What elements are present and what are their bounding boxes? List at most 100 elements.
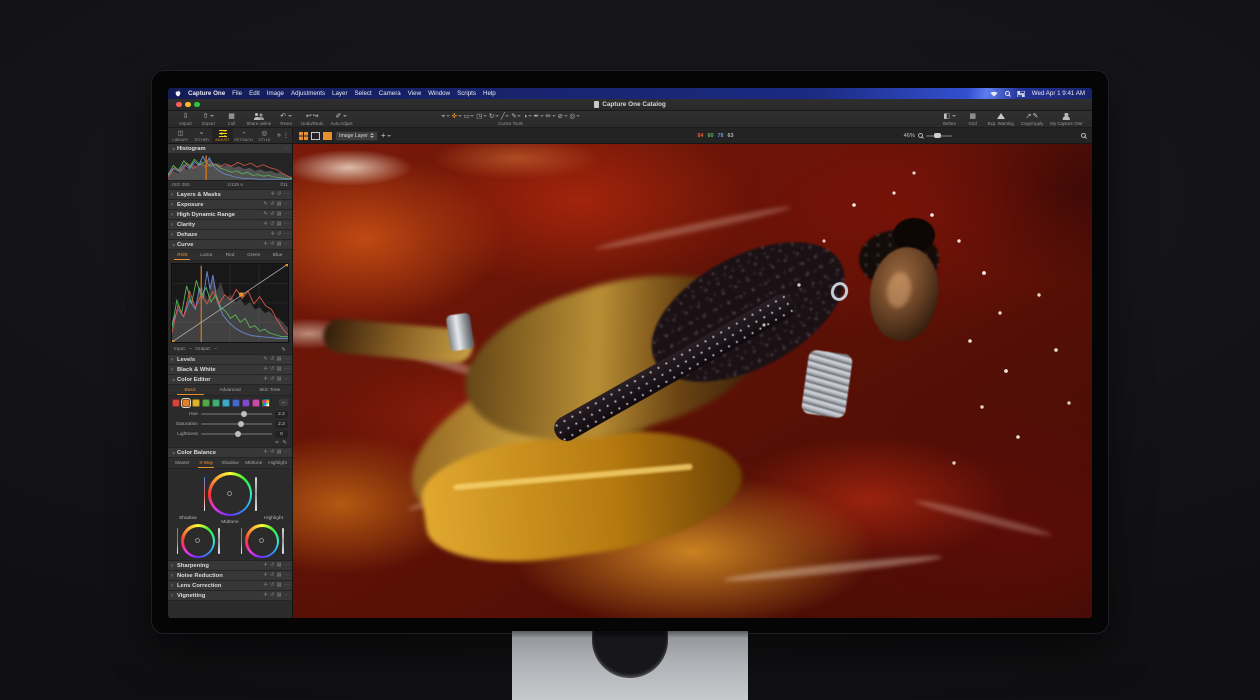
- swatch-blue[interactable]: [232, 399, 240, 407]
- edit-icon[interactable]: ✎: [263, 357, 267, 362]
- curve-tab-red[interactable]: Red: [219, 252, 242, 259]
- tab-3-way[interactable]: 3-Way: [195, 460, 218, 467]
- more-icon[interactable]: ⋯: [284, 212, 289, 217]
- tab-style[interactable]: ◎ STYLE: [254, 128, 275, 143]
- presets-icon[interactable]: ▤: [277, 563, 282, 568]
- menu-item-camera[interactable]: Camera: [379, 90, 401, 97]
- more-icon[interactable]: ⋯: [284, 202, 289, 207]
- presets-icon[interactable]: ▤: [277, 583, 282, 588]
- panel-curve[interactable]: ⌄ Curve ✛↺▤⋯: [168, 240, 292, 250]
- reset-icon[interactable]: ↺: [270, 377, 274, 382]
- swatch-magenta[interactable]: [252, 399, 260, 407]
- reset-icon[interactable]: ↺: [270, 212, 274, 217]
- pick-color-tool[interactable]: ◎: [570, 113, 580, 120]
- panel-lens-correction[interactable]: › Lens Correction ✛↺▤⋯: [168, 581, 292, 591]
- panel-layers-masks[interactable]: › Layers & Masks ✛↺⋯: [168, 190, 292, 200]
- panel-vignetting[interactable]: › Vignetting ✛↺▤⋯: [168, 591, 292, 601]
- hue-slider-handle[interactable]: [241, 411, 247, 417]
- menu-item-help[interactable]: Help: [483, 90, 496, 97]
- more-icon[interactable]: ⋯: [284, 573, 289, 578]
- curve-tab-green[interactable]: Green: [242, 252, 265, 259]
- edit-icon[interactable]: ✎: [263, 212, 267, 217]
- more-icon[interactable]: ⋯: [284, 593, 289, 598]
- edit-icon[interactable]: ✛: [263, 573, 267, 578]
- swatch-more-button[interactable]: –: [279, 399, 288, 406]
- tab-shadow[interactable]: Shadow: [219, 460, 242, 467]
- loupe-icon[interactable]: [1081, 133, 1086, 138]
- image-viewer[interactable]: [293, 144, 1092, 618]
- single-view-icon[interactable]: [311, 132, 320, 140]
- reset-icon[interactable]: ↺: [270, 450, 274, 455]
- edit-icon[interactable]: ✛: [263, 242, 267, 247]
- edit-icon[interactable]: ✛: [263, 367, 267, 372]
- edit-icon[interactable]: ✎: [263, 202, 267, 207]
- panel-color-balance[interactable]: ⌄ Color Balance ✛↺▤⋯: [168, 448, 292, 458]
- lightness-slider[interactable]: [201, 433, 272, 435]
- loupe-tool[interactable]: ▭: [464, 113, 475, 120]
- menu-item-scripts[interactable]: Scripts: [457, 90, 476, 97]
- tab-library[interactable]: ◫ LIBRARY: [170, 128, 191, 143]
- panel-noise-reduction[interactable]: › Noise Reduction ✛↺▤⋯: [168, 571, 292, 581]
- multi-view-icon[interactable]: [299, 132, 308, 140]
- more-icon[interactable]: ⋯: [284, 357, 289, 362]
- midtone-wheel[interactable]: [208, 472, 252, 516]
- reset-icon[interactable]: ↺: [270, 573, 274, 578]
- tab-tether[interactable]: ⌁ TETHER: [191, 128, 212, 143]
- eyedropper-icon[interactable]: ✎: [282, 440, 287, 446]
- more-icon[interactable]: ⋯: [284, 367, 289, 372]
- presets-icon[interactable]: ▤: [277, 212, 282, 217]
- swatch-red[interactable]: [172, 399, 180, 407]
- edit-icon[interactable]: ✛: [263, 377, 267, 382]
- panel-histogram[interactable]: ⌄ Histogram ⋯: [168, 144, 292, 154]
- edit-icon[interactable]: ✛: [263, 222, 267, 227]
- menu-item-window[interactable]: Window: [428, 90, 450, 97]
- presets-icon[interactable]: ▤: [277, 367, 282, 372]
- minimize-button[interactable]: [185, 102, 191, 108]
- menu-item-file[interactable]: File: [232, 90, 242, 97]
- more-icon[interactable]: ⋯: [284, 232, 289, 237]
- draw-mask-tool[interactable]: ✒: [534, 113, 544, 120]
- panel-dehaze[interactable]: › Dehaze ✛↺⋯: [168, 230, 292, 240]
- more-icon[interactable]: ⋯: [284, 563, 289, 568]
- menu-clock[interactable]: Wed Apr 1 9:41 AM: [1032, 90, 1085, 97]
- erase-mask-tool[interactable]: ✏: [546, 113, 556, 120]
- curve-tab-luma[interactable]: Luma: [195, 252, 218, 259]
- spot-tool[interactable]: ✎: [511, 113, 521, 120]
- reset-icon[interactable]: ↺: [277, 232, 281, 237]
- swatch-teal[interactable]: [212, 399, 220, 407]
- reset-icon[interactable]: ↺: [270, 202, 274, 207]
- reset-icon[interactable]: ↺: [270, 242, 274, 247]
- cull-button[interactable]: ▦ Cull: [224, 112, 240, 126]
- panel-clarity[interactable]: › Clarity ✛↺▤⋯: [168, 220, 292, 230]
- share-online-button[interactable]: Share online: [247, 112, 272, 126]
- viewer-mode-icon[interactable]: [323, 132, 332, 140]
- highlight-wheel[interactable]: [245, 524, 279, 558]
- crop-tool[interactable]: ◳: [476, 113, 487, 120]
- shadow-right-slider[interactable]: [218, 528, 220, 554]
- swatch-purple[interactable]: [242, 399, 250, 407]
- highlight-right-slider[interactable]: [282, 528, 284, 554]
- presets-icon[interactable]: ▤: [277, 377, 282, 382]
- heal-tool[interactable]: ⊘: [558, 113, 568, 120]
- panel-high-dynamic-range[interactable]: › High Dynamic Range ✎↺▤⋯: [168, 210, 292, 220]
- tab-midtone[interactable]: Midtone: [242, 460, 265, 467]
- exposure-warning-button[interactable]: Exp. Warning: [988, 112, 1014, 126]
- lightness-slider-handle[interactable]: [235, 431, 241, 437]
- range-icon[interactable]: ≂: [275, 440, 280, 446]
- panel-exposure[interactable]: › Exposure ✎↺▤⋯: [168, 200, 292, 210]
- search-icon[interactable]: [1005, 91, 1010, 96]
- presets-icon[interactable]: ▤: [277, 222, 282, 227]
- tab-basic[interactable]: Basic: [171, 387, 210, 394]
- picker-pen-icon[interactable]: ✎: [281, 347, 286, 353]
- reset-icon[interactable]: ↺: [270, 593, 274, 598]
- panel-sharpening[interactable]: › Sharpening ✛↺▤⋯: [168, 561, 292, 571]
- import-button[interactable]: ⇩ Import: [178, 112, 194, 126]
- close-button[interactable]: [176, 102, 182, 108]
- menu-item-image[interactable]: Image: [267, 90, 284, 97]
- tab-retouch[interactable]: ◔ RETOUCH: [233, 128, 254, 143]
- reset-icon[interactable]: ↺: [270, 357, 274, 362]
- undo-redo-button[interactable]: ↩↪ Undo/Redo: [301, 112, 323, 126]
- reset-icon[interactable]: ↺: [270, 583, 274, 588]
- panel-black-white[interactable]: › Black & White ✛↺▤⋯: [168, 365, 292, 375]
- pan-tool[interactable]: ✜: [452, 113, 462, 120]
